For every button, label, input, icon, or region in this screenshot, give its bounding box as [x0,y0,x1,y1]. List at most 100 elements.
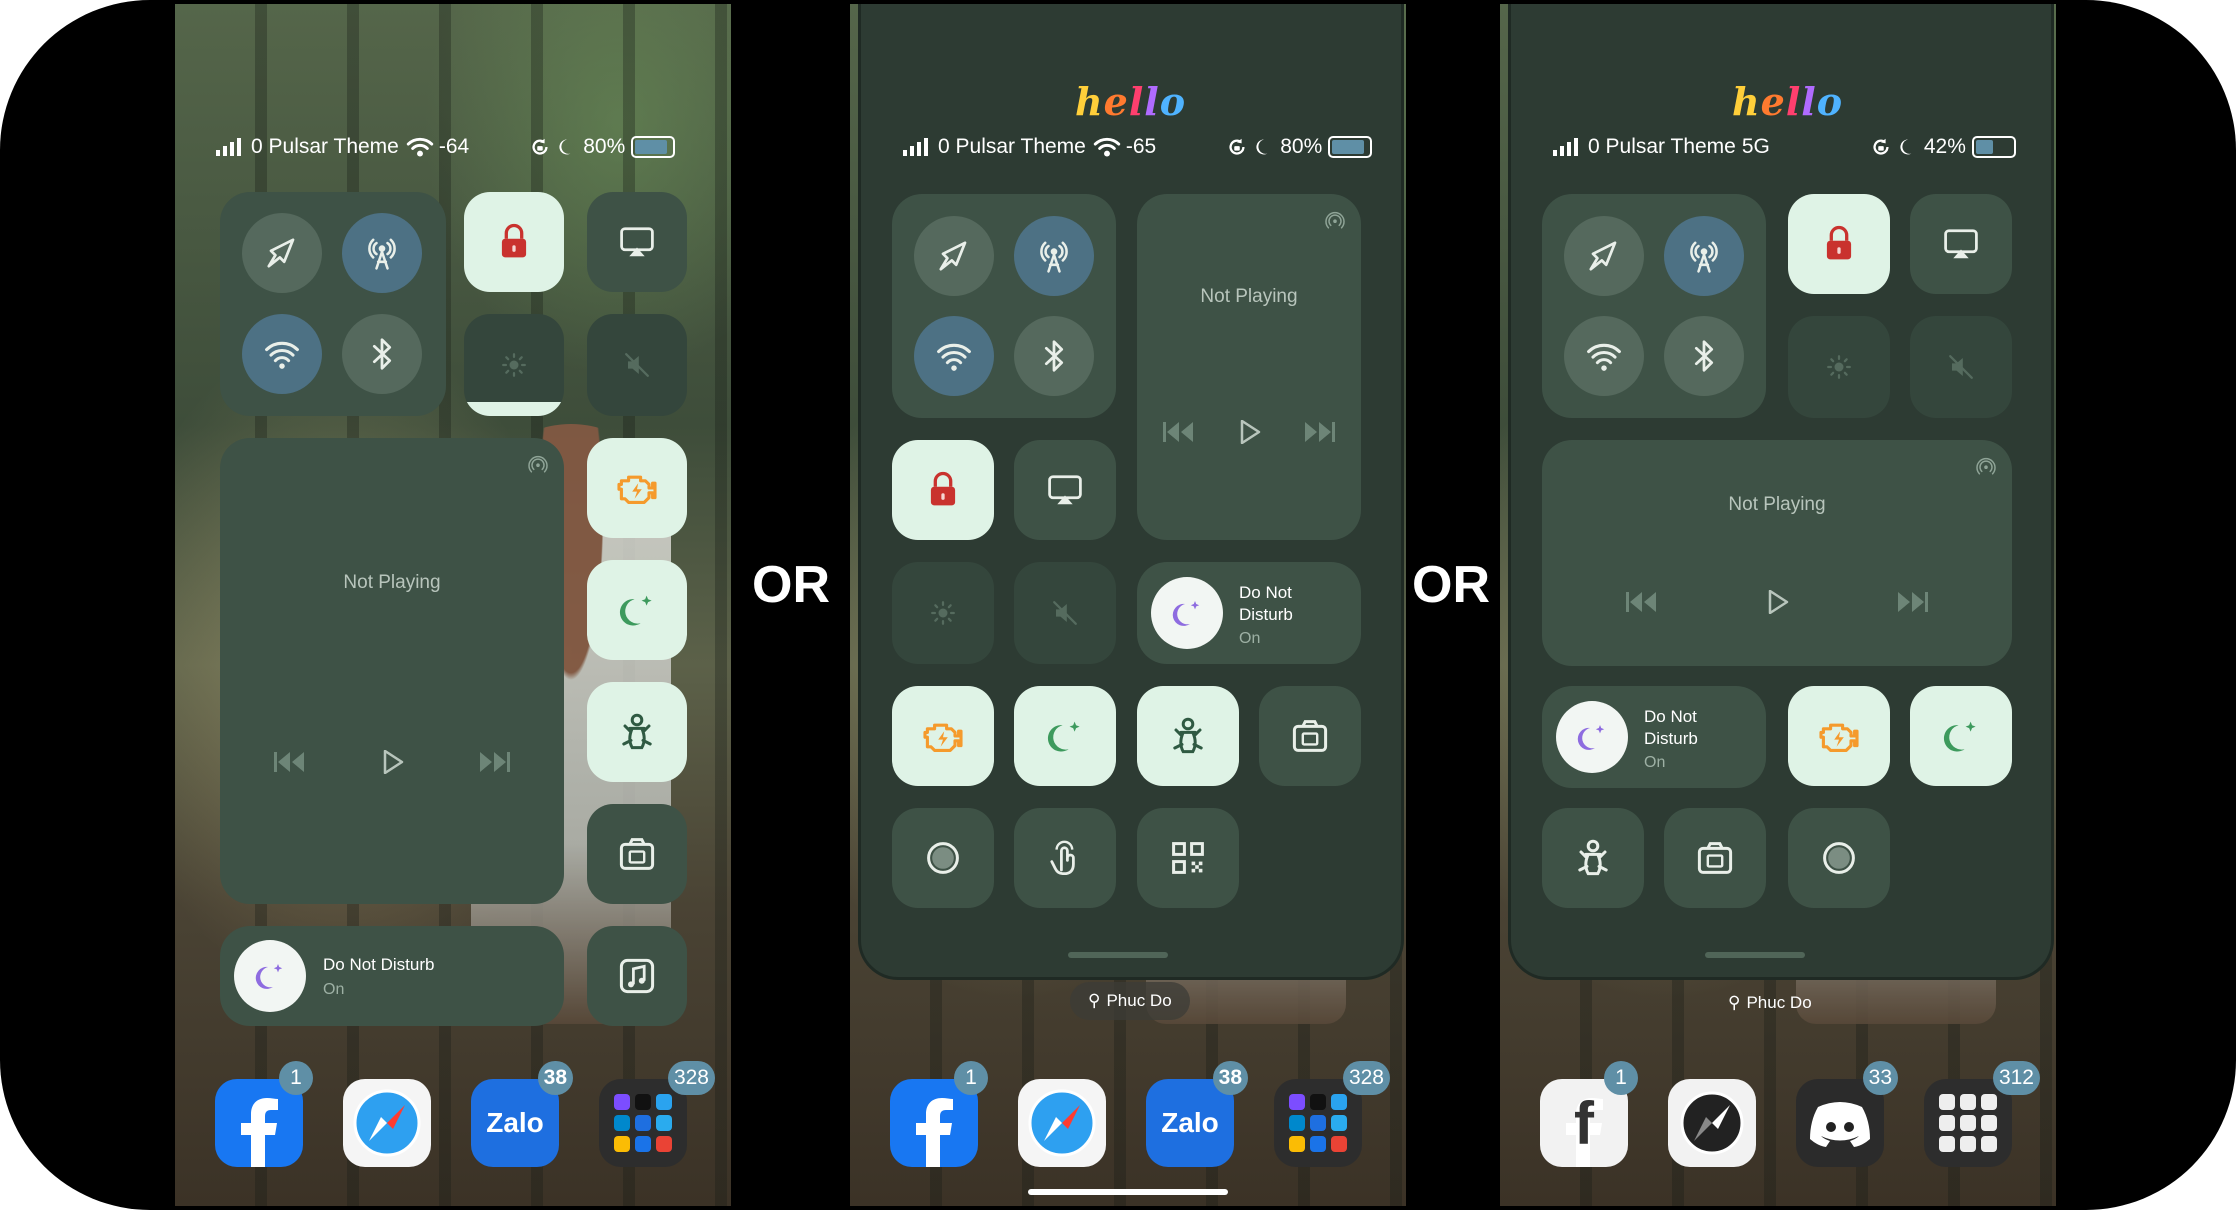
orientation-lock-button[interactable] [464,192,564,292]
notification-badge: 1 [279,1061,313,1095]
dock-app-discord[interactable]: 33 [1796,1061,1898,1167]
engine-icon [919,712,967,760]
notification-badge: 312 [1992,1061,2040,1095]
airplane-mode-toggle[interactable] [242,213,322,293]
screenshot-frame: 0 Pulsar Theme -64 80% Not Playing Do No… [0,0,2236,1210]
camera-button[interactable] [587,804,687,904]
carrier-label: 0 Pulsar Theme [938,135,1086,158]
dark-mode-button[interactable] [587,560,687,660]
music-icon [613,952,661,1000]
bluetooth-toggle[interactable] [1664,316,1744,396]
bug-icon [613,708,661,756]
airplay-audio-icon[interactable] [526,452,550,476]
wifi-toggle[interactable] [1564,316,1644,396]
low-power-mode-button[interactable] [587,438,687,538]
cellular-toggle[interactable] [1014,216,1094,296]
do-not-disturb-toggle[interactable]: Do Not Disturb On [1542,686,1766,788]
low-power-mode-button[interactable] [1788,686,1890,786]
signal-strength: -64 [438,135,470,158]
dark-mode-button[interactable] [1014,686,1116,786]
dock-app-zalo[interactable]: Zalo 38 [471,1061,573,1167]
dock-app-folder[interactable]: 328 [599,1061,715,1167]
bug-icon [1164,712,1212,760]
dark-mode-button[interactable] [1910,686,2012,786]
wifi-toggle[interactable] [914,316,994,396]
status-bar: 0 Pulsar Theme -65 80% [902,132,1373,162]
accessibility-button[interactable] [587,682,687,782]
dock-app-compass[interactable] [1668,1079,1756,1167]
orientation-lock-button[interactable] [892,440,994,540]
brightness-slider[interactable] [464,314,564,416]
spotlight-search-pill[interactable]: ⚲ Phuc Do [1070,982,1190,1020]
dock-app-facebook[interactable]: 1 [890,1061,988,1167]
dock-app-facebook[interactable]: 1 [215,1061,313,1167]
hello-logo: hello [1075,79,1187,124]
bluetooth-toggle[interactable] [342,314,422,394]
next-track-icon[interactable] [474,750,514,774]
orientation-lock-button[interactable] [1788,194,1890,294]
cellular-toggle[interactable] [342,213,422,293]
hello-logo: hello [1732,79,1844,124]
notification-badge: 38 [537,1061,573,1095]
lock-icon [921,468,965,512]
screen-mirroring-button[interactable] [1014,440,1116,540]
volume-slider[interactable] [1014,562,1116,664]
previous-track-icon[interactable] [1622,590,1662,614]
accessibility-button[interactable] [1137,686,1239,786]
battery-percent: 42% [1923,135,1966,158]
airplay-audio-icon[interactable] [1974,454,1998,478]
spotlight-search-pill[interactable]: ⚲ Phuc Do [1710,984,1830,1022]
sheet-handle[interactable] [1068,952,1168,958]
qr-scanner-button[interactable] [1137,808,1239,908]
volume-slider[interactable] [587,314,687,416]
brightness-slider[interactable] [1788,316,1890,418]
do-not-disturb-toggle[interactable]: Do Not Disturb On [220,926,564,1026]
airplane-mode-toggle[interactable] [914,216,994,296]
low-power-mode-button[interactable] [892,686,994,786]
dock-app-safari[interactable] [1018,1079,1106,1167]
notification-badge: 328 [1342,1061,1390,1095]
previous-track-icon[interactable] [270,750,310,774]
camera-button[interactable] [1664,808,1766,908]
dock: 1 Zalo 38 328 [890,1061,1390,1174]
dnd-title: Do Not Disturb [1644,707,1698,748]
assistive-touch-button[interactable] [1014,808,1116,908]
play-icon[interactable] [1757,590,1797,614]
sheet-handle[interactable] [1705,952,1805,958]
dock-app-zalo[interactable]: Zalo 38 [1146,1061,1248,1167]
wifi-toggle[interactable] [242,314,322,394]
airplay-audio-icon[interactable] [1323,208,1347,232]
app-folder-icon [1939,1094,1997,1152]
engine-icon [613,464,661,512]
signal-strength: -65 [1125,135,1157,158]
play-icon[interactable] [372,750,412,774]
play-icon[interactable] [1229,420,1269,444]
connectivity-group [892,194,1116,418]
brightness-slider[interactable] [892,562,994,664]
home-indicator[interactable] [1028,1189,1228,1195]
dock-app-folder[interactable]: 312 [1924,1061,2040,1167]
dock-app-facebook[interactable]: f1 [1540,1061,1638,1167]
do-not-disturb-toggle[interactable]: Do Not Disturb On [1137,562,1361,664]
cellular-icon [1682,234,1726,278]
focus-moon-icon [1254,137,1274,157]
screen-recording-button[interactable] [892,808,994,908]
bluetooth-toggle[interactable] [1014,316,1094,396]
airplane-mode-toggle[interactable] [1564,216,1644,296]
record-icon [1815,834,1863,882]
screen-mirroring-button[interactable] [1910,194,2012,294]
camera-button[interactable] [1259,686,1361,786]
accessibility-button[interactable] [1542,808,1644,908]
dock-app-folder[interactable]: 328 [1274,1061,1390,1167]
previous-track-icon[interactable] [1159,420,1199,444]
screen-recording-button[interactable] [1788,808,1890,908]
panel-2-phone: hello 0 Pulsar Theme -65 80% Not Playing [850,4,1406,1206]
cellular-toggle[interactable] [1664,216,1744,296]
next-track-icon[interactable] [1892,590,1932,614]
media-player: Not Playing [1542,440,2012,666]
next-track-icon[interactable] [1299,420,1339,444]
dock-app-safari[interactable] [343,1079,431,1167]
screen-mirroring-button[interactable] [587,192,687,292]
volume-slider[interactable] [1910,316,2012,418]
music-recognition-button[interactable] [587,926,687,1026]
